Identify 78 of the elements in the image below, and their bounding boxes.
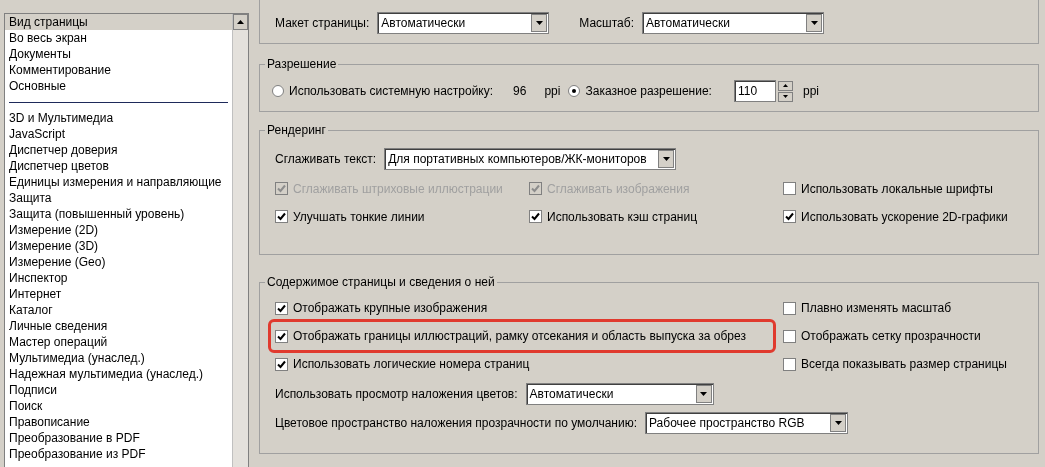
category-item[interactable]: Преобразование в PDF xyxy=(5,430,232,446)
dropdown[interactable]: Автоматически xyxy=(377,11,550,34)
category-item[interactable]: Преобразование из PDF xyxy=(5,446,232,462)
category-item[interactable]: 3D и Мультимедиа xyxy=(5,110,232,126)
checkbox[interactable] xyxy=(783,210,796,223)
dropdown[interactable]: Рабочее пространство RGB xyxy=(645,412,848,434)
category-item[interactable]: Правописание xyxy=(5,414,232,430)
checkbox-label: Отображать крупные изображения xyxy=(293,300,488,317)
dropdown[interactable]: Для портативных компьютеров/ЖК-мониторов xyxy=(384,148,677,170)
category-item[interactable]: Личные сведения xyxy=(5,318,232,334)
checkbox[interactable] xyxy=(275,210,288,223)
up-arrow-icon xyxy=(237,20,244,24)
spin-buttons[interactable] xyxy=(777,80,793,102)
category-item[interactable]: Измерение (3D) xyxy=(5,238,232,254)
group-title: Рендеринг xyxy=(265,123,328,137)
checkbox-label: Отображать сетку прозрачности xyxy=(801,328,981,345)
group-title: Разрешение xyxy=(265,57,339,71)
category-item[interactable]: Мультимедиа (унаслед.) xyxy=(5,350,232,366)
scrollbar[interactable] xyxy=(232,14,248,467)
category-item[interactable]: Во весь экран xyxy=(5,30,232,46)
category-item[interactable]: Защита xyxy=(5,190,232,206)
category-item[interactable]: Основные xyxy=(5,78,232,94)
category-item[interactable]: Подписи xyxy=(5,382,232,398)
category-item[interactable]: Инспектор xyxy=(5,270,232,286)
field-label: Цветовое пространство наложения прозрачности по умолчанию: xyxy=(275,415,637,432)
category-item[interactable]: Каталог xyxy=(5,302,232,318)
radio-label: Заказное разрешение: xyxy=(585,83,712,100)
dropdown-arrow-icon xyxy=(834,421,842,425)
checkbox-label: Использовать ускорение 2D-графики xyxy=(801,208,1008,226)
category-list[interactable] xyxy=(4,13,249,467)
unit-text: ppi xyxy=(802,83,819,100)
checkbox[interactable] xyxy=(529,210,542,223)
checkbox[interactable] xyxy=(783,301,796,315)
checkbox-label: Всегда показывать размер страницы xyxy=(801,356,1007,373)
checkbox-label: Использовать кэш страниц xyxy=(547,208,698,226)
dropdown[interactable]: Автоматически xyxy=(642,11,824,34)
checkbox[interactable] xyxy=(275,301,288,315)
checkbox-label: Использовать локальные шрифты xyxy=(801,180,993,198)
checkbox-label: Отображать границы иллюстраций, рамку отсекания и область выпуска за обрез xyxy=(293,328,746,345)
field-label: Сглаживать текст: xyxy=(275,151,377,168)
category-item[interactable]: Измерение (2D) xyxy=(5,222,232,238)
dropdown-arrow-icon xyxy=(662,157,670,161)
checkbox[interactable] xyxy=(275,357,288,371)
category-item[interactable]: Документы xyxy=(5,46,232,62)
category-item[interactable]: Защита (повышенный уровень) xyxy=(5,206,232,222)
checkbox-label: Плавно изменять масштаб xyxy=(801,300,952,317)
value-text: 96 xyxy=(513,83,527,100)
number-field[interactable]: 110 xyxy=(733,80,776,102)
category-item[interactable]: Комментирование xyxy=(5,62,232,78)
checkbox[interactable] xyxy=(275,329,288,343)
category-item[interactable]: Интернет xyxy=(5,286,232,302)
category-item[interactable]: Поиск xyxy=(5,398,232,414)
checkbox[interactable] xyxy=(783,182,796,195)
dropdown-arrow-icon xyxy=(810,20,818,25)
checkbox[interactable] xyxy=(783,357,796,371)
group-title: Содержимое страницы и сведения о ней xyxy=(265,275,497,289)
dropdown-arrow-icon xyxy=(700,392,708,396)
dropdown-arrow-icon xyxy=(535,20,543,25)
field-label: Использовать просмотр наложения цветов: xyxy=(275,386,518,403)
category-item[interactable]: Единицы измерения и направляющие xyxy=(5,174,232,190)
radio-button[interactable] xyxy=(272,85,284,97)
radio-label: Использовать системную настройку: xyxy=(289,83,494,100)
category-item[interactable]: Диспетчер цветов xyxy=(5,158,232,174)
category-item[interactable]: JavaScript xyxy=(5,126,232,142)
dropdown[interactable]: Автоматически xyxy=(525,383,714,405)
category-item[interactable]: Мастер операций xyxy=(5,334,232,350)
category-item[interactable]: Измерение (Geo) xyxy=(5,254,232,270)
field-label: Макет страницы: xyxy=(275,14,370,32)
category-item[interactable]: Диспетчер доверия xyxy=(5,142,232,158)
unit-text: ppi xyxy=(544,83,561,100)
radio-button[interactable] xyxy=(568,85,581,97)
scroll-up-button[interactable] xyxy=(233,14,248,30)
field-label: Масштаб: xyxy=(579,14,634,32)
checkbox[interactable] xyxy=(783,329,796,343)
category-item[interactable]: Надежная мультимедиа (унаслед.) xyxy=(5,366,232,382)
checkbox-label: Использовать логические номера страниц xyxy=(293,356,530,373)
checkbox-label: Улучшать тонкие линии xyxy=(293,208,425,226)
category-item[interactable]: Вид страницы xyxy=(5,14,232,30)
